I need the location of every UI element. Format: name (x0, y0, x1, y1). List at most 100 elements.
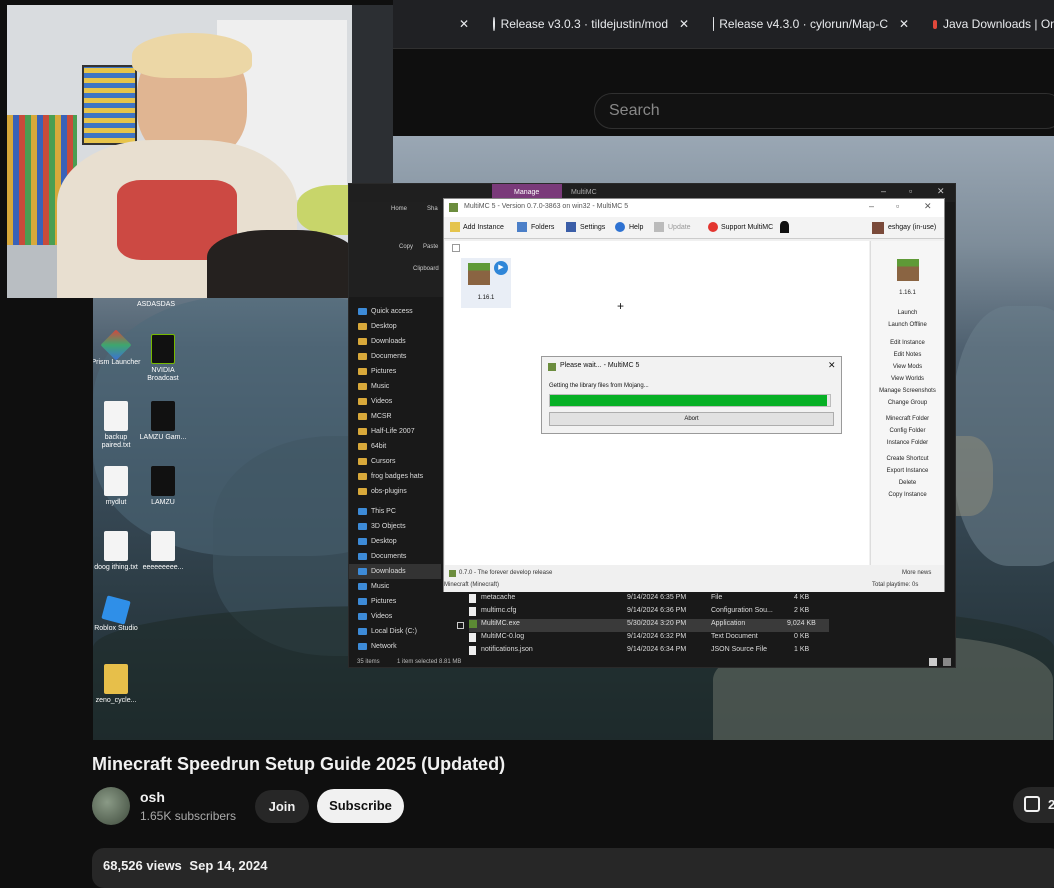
nav-this-pc[interactable]: This PC (349, 504, 441, 519)
file-row[interactable]: MultiMC-0.log 9/14/2024 6:32 PM Text Doc… (469, 632, 829, 645)
nav-item[interactable]: Videos (349, 394, 441, 409)
desktop-icon[interactable]: Prism Launcher (93, 334, 141, 367)
desktop-icon[interactable]: LAMZU (138, 466, 188, 507)
join-button[interactable]: Join (255, 790, 309, 823)
account-button[interactable]: eshgay (in-use) (888, 224, 936, 231)
channel-name[interactable]: osh (140, 789, 165, 805)
file-row[interactable]: multimc.cfg 9/14/2024 6:36 PM Configurat… (469, 606, 829, 619)
nav-quick-access[interactable]: Quick access (349, 304, 441, 319)
nav-pc-item[interactable]: Downloads (349, 564, 441, 579)
delete-button[interactable]: Delete (871, 477, 944, 489)
change-group-button[interactable]: Change Group (871, 397, 944, 409)
desktop-icon[interactable]: mydlut (93, 466, 141, 507)
maximize-icon[interactable]: ▫ (909, 186, 912, 196)
view-mods-button[interactable]: View Mods (871, 361, 944, 373)
close-tab-icon[interactable]: ✕ (679, 13, 693, 35)
ribbon-share-tab[interactable]: Sha (427, 206, 438, 212)
checkbox-icon[interactable] (457, 622, 464, 629)
update-button[interactable]: Update (668, 224, 691, 231)
nvidia-icon (151, 334, 175, 364)
group-collapse-icon[interactable] (452, 244, 460, 252)
nav-pc-item[interactable]: 3D Objects (349, 519, 441, 534)
nav-pc-item[interactable]: Pictures (349, 594, 441, 609)
clipboard-label: Clipboard (413, 266, 439, 272)
minimize-icon[interactable]: – (881, 186, 886, 196)
nav-pc-item[interactable]: Desktop (349, 534, 441, 549)
nav-pc-item[interactable]: Documents (349, 549, 441, 564)
tiles-view-icon[interactable] (943, 658, 951, 666)
copy-instance-button[interactable]: Copy Instance (871, 489, 944, 501)
nav-pc-item[interactable]: Videos (349, 609, 441, 624)
nav-item[interactable]: Music (349, 379, 441, 394)
maximize-icon[interactable]: ▫ (896, 201, 899, 211)
nav-item[interactable]: Downloads (349, 334, 441, 349)
launch-button[interactable]: Launch (871, 307, 944, 319)
desktop-icon[interactable]: LAMZU Gam... (138, 401, 188, 442)
nav-item[interactable]: frog badges hats (349, 469, 441, 484)
file-row[interactable]: metacache 9/14/2024 6:35 PM File 4 KB (469, 593, 829, 606)
help-button[interactable]: Help (629, 224, 643, 231)
nav-item[interactable]: Half-Life 2007 (349, 424, 441, 439)
nav-item[interactable]: Cursors (349, 454, 441, 469)
close-tab-icon[interactable]: ✕ (899, 13, 913, 35)
github-icon (493, 17, 495, 31)
desktop-icon[interactable]: doog ithing.txt (93, 531, 141, 572)
search-input[interactable]: Search (594, 93, 1054, 129)
address-bar[interactable] (393, 48, 1054, 86)
launch-offline-button[interactable]: Launch Offline (871, 319, 944, 331)
config-folder-button[interactable]: Config Folder (871, 425, 944, 437)
file-date: 5/30/2024 3:20 PM (627, 620, 686, 627)
nav-item[interactable]: obs-plugins (349, 484, 441, 499)
copy-button[interactable]: Copy (399, 244, 413, 250)
browser-tab-3[interactable]: Java Downloads | Or (933, 13, 1054, 35)
export-instance-button[interactable]: Export Instance (871, 465, 944, 477)
nav-network[interactable]: Network (349, 639, 441, 654)
desktop-icon-label: doog ithing.txt (93, 564, 141, 572)
close-icon[interactable]: ✕ (828, 360, 836, 371)
desktop-icon[interactable]: backup paired.txt (93, 401, 141, 450)
close-icon[interactable]: ✕ (924, 201, 932, 212)
nav-item[interactable]: MCSR (349, 409, 441, 424)
nav-item[interactable]: Desktop (349, 319, 441, 334)
nav-item[interactable]: 64bit (349, 439, 441, 454)
like-button[interactable]: 2 (1013, 787, 1054, 823)
subscribe-button[interactable]: Subscribe (317, 789, 404, 823)
nav-item[interactable]: Pictures (349, 364, 441, 379)
instance-tile[interactable]: ▶ 1.16.1 (461, 258, 511, 308)
settings-button[interactable]: Settings (580, 224, 605, 231)
news-text[interactable]: 0.7.0 - The forever develop release (459, 570, 552, 576)
edit-instance-button[interactable]: Edit Instance (871, 337, 944, 349)
nav-item[interactable]: Documents (349, 349, 441, 364)
support-multimc-button[interactable]: Support MultiMC (721, 224, 773, 231)
nav-pc-item[interactable]: Local Disk (C:) (349, 624, 441, 639)
paste-button[interactable]: Paste (423, 244, 438, 250)
avatar[interactable] (92, 787, 130, 825)
edit-notes-button[interactable]: Edit Notes (871, 349, 944, 361)
desktop-icon[interactable]: ASDASDAS (131, 301, 181, 309)
cat-icon[interactable] (780, 221, 789, 233)
instance-folder-button[interactable]: Instance Folder (871, 437, 944, 449)
details-view-icon[interactable] (929, 658, 937, 666)
ribbon-home-tab[interactable]: Home (391, 206, 407, 212)
folders-button[interactable]: Folders (531, 224, 554, 231)
close-icon[interactable]: ✕ (937, 186, 945, 197)
minimize-icon[interactable]: – (869, 201, 874, 211)
file-row-selected[interactable]: MultiMC.exe 5/30/2024 3:20 PM Applicatio… (469, 619, 829, 632)
desktop-icon[interactable]: eeeeeeeee... (138, 531, 188, 572)
browser-tab-1[interactable]: Release v3.0.3 · tildejustin/mod (493, 13, 668, 35)
desktop-icon[interactable]: Roblox Studio (93, 598, 141, 633)
desktop-icon[interactable]: zeno_cycle... (93, 664, 141, 705)
browser-tab-2[interactable]: Release v4.3.0 · cylorun/Map-C (713, 13, 888, 35)
nav-pc-item[interactable]: Music (349, 579, 441, 594)
progress-dialog[interactable]: Please wait... - MultiMC 5 ✕ Getting the… (541, 356, 842, 434)
manage-screenshots-button[interactable]: Manage Screenshots (871, 385, 944, 397)
more-news-button[interactable]: More news (902, 570, 931, 576)
desktop-icon-label: Roblox Studio (93, 625, 141, 633)
view-worlds-button[interactable]: View Worlds (871, 373, 944, 385)
create-shortcut-button[interactable]: Create Shortcut (871, 453, 944, 465)
abort-button[interactable]: Abort (549, 412, 834, 426)
add-instance-button[interactable]: Add Instance (463, 224, 504, 231)
minecraft-folder-button[interactable]: Minecraft Folder (871, 413, 944, 425)
close-tab-icon[interactable]: ✕ (459, 13, 473, 35)
desktop-icon[interactable]: NVIDIA Broadcast (138, 334, 188, 383)
